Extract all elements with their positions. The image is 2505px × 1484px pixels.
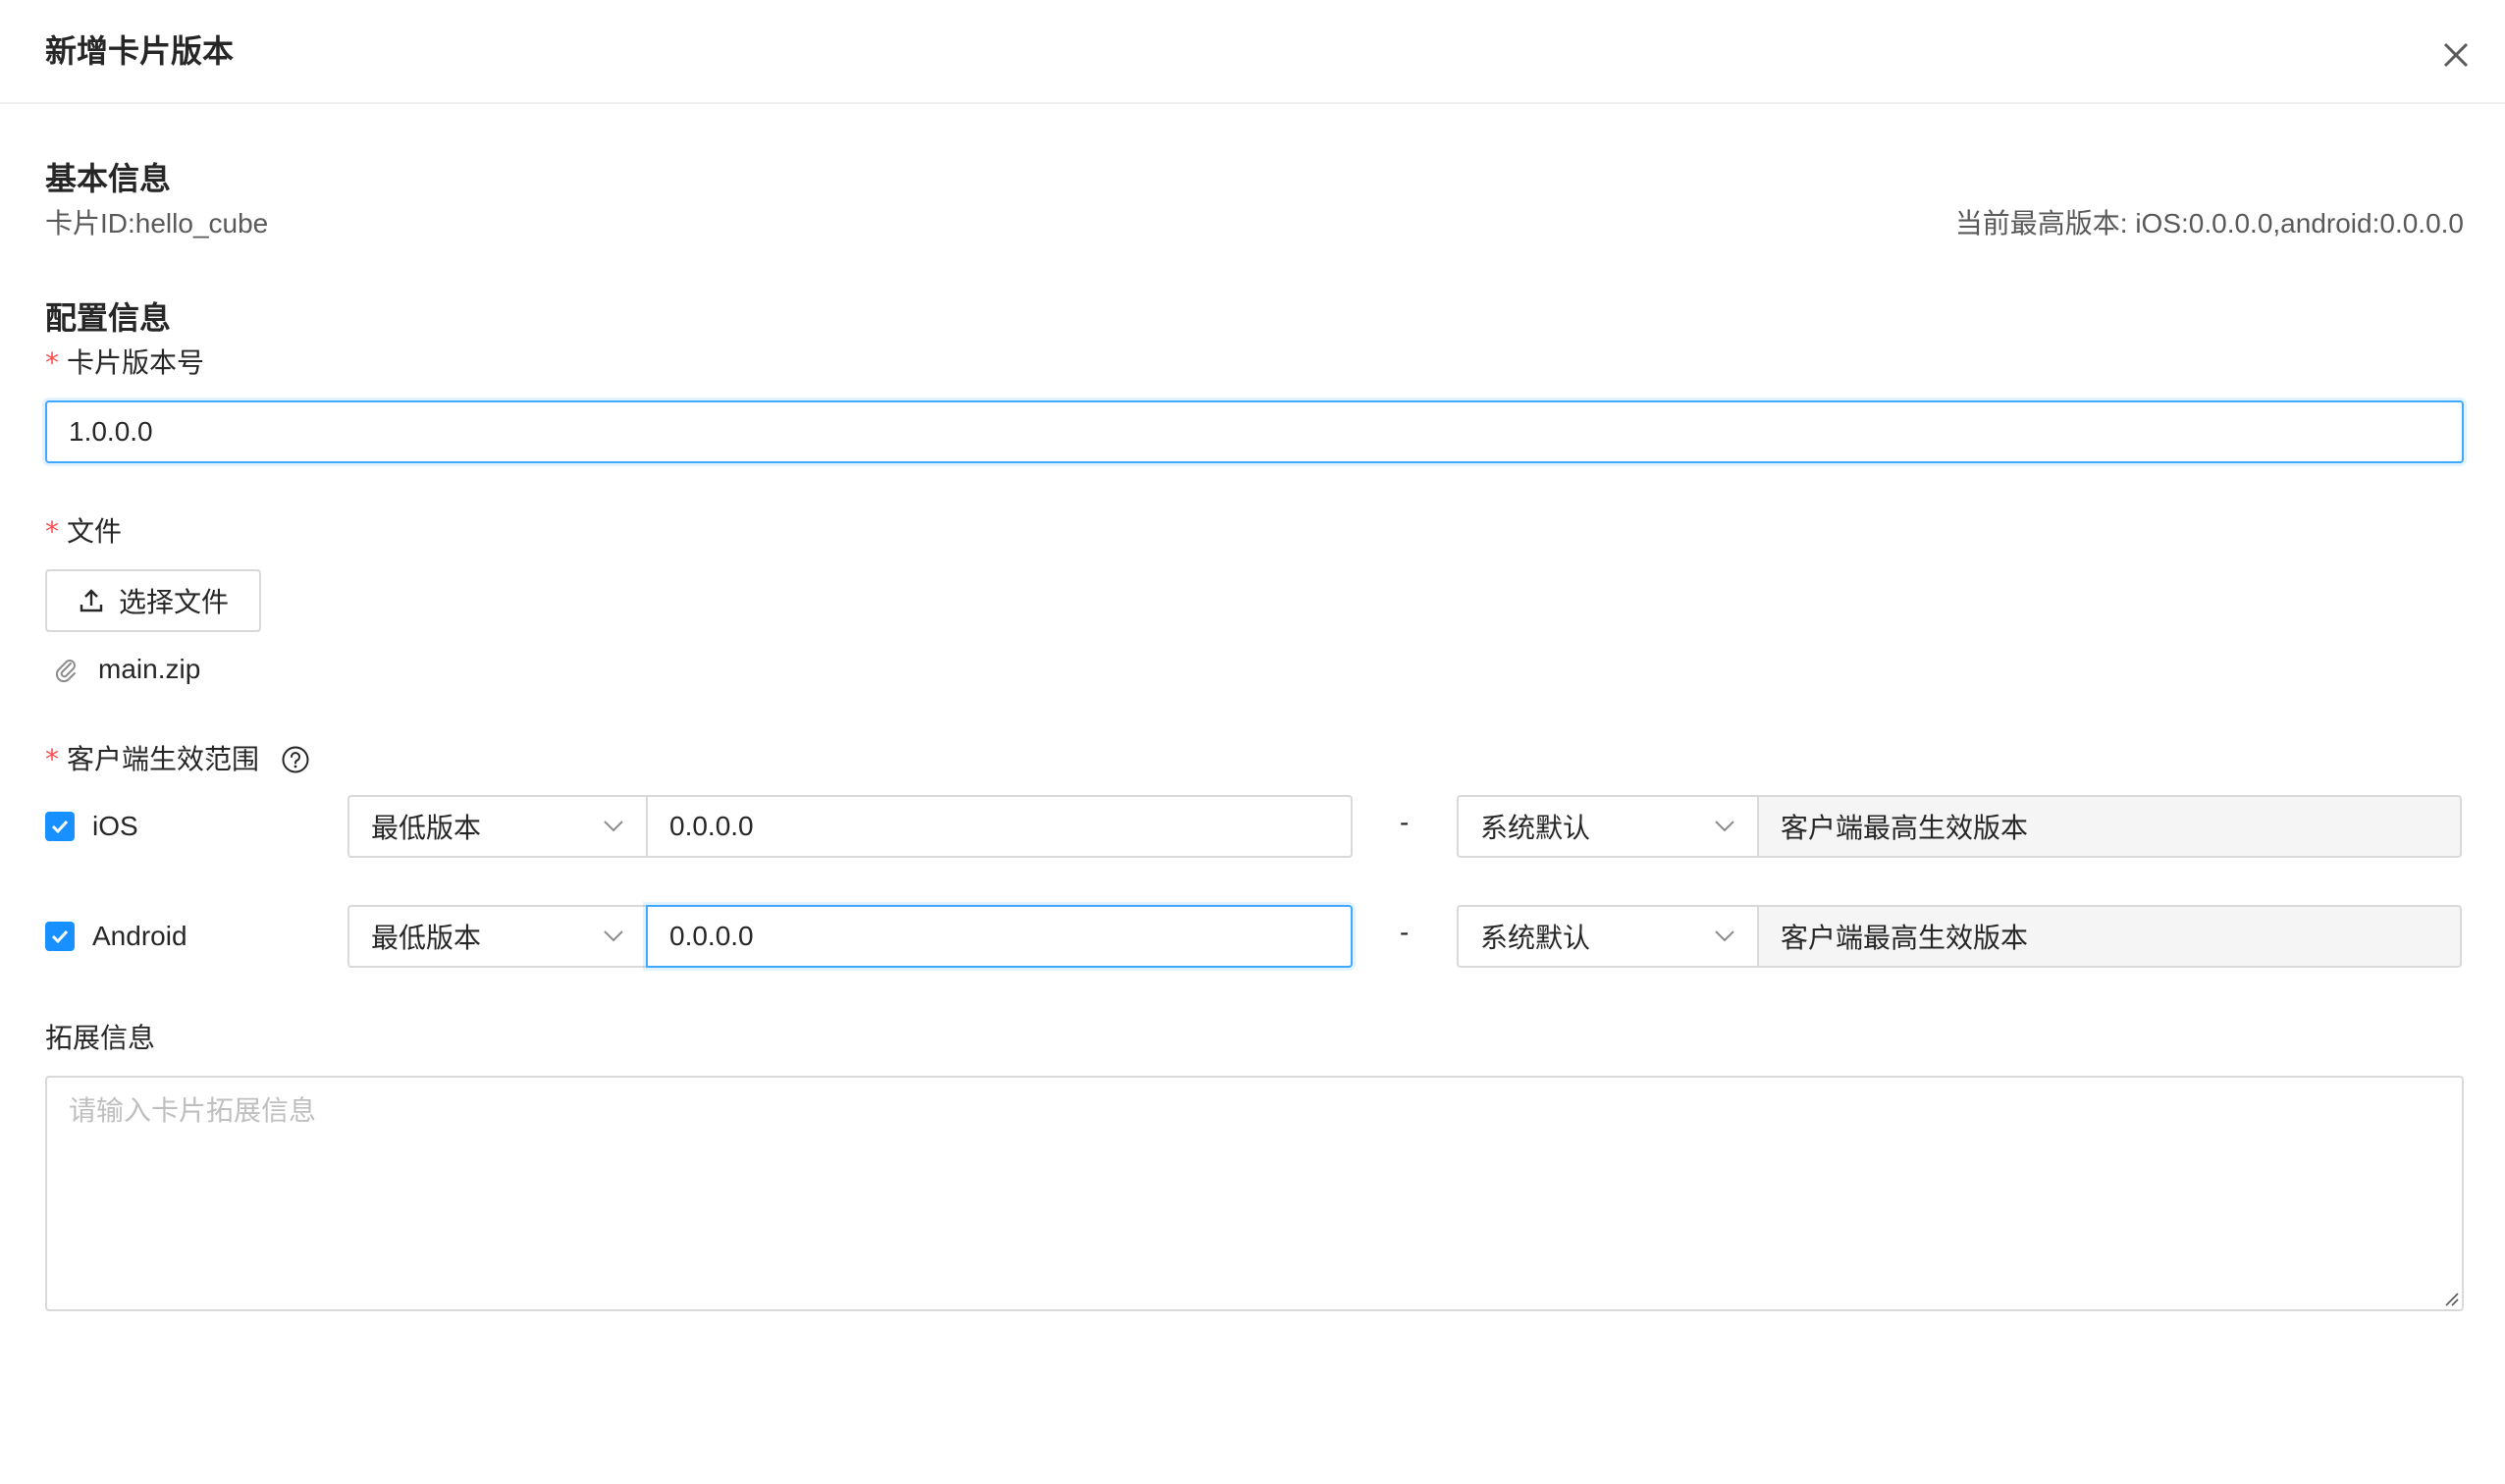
chevron-down-icon [1715, 930, 1734, 942]
ext-textarea-placeholder: 请输入卡片拓展信息 [69, 1095, 317, 1126]
scope-label-text: 客户端生效范围 [67, 744, 260, 774]
ios-min-select[interactable]: 最低版本 [347, 795, 648, 858]
upload-icon [80, 589, 103, 612]
required-mark: * [45, 743, 59, 775]
version-input-value: 1.0.0.0 [69, 416, 153, 447]
ext-textarea[interactable]: 请输入卡片拓展信息 [45, 1076, 2464, 1311]
ios-min-version-input[interactable]: 0.0.0.0 [646, 795, 1353, 858]
uploaded-file-item[interactable]: main.zip [53, 650, 200, 689]
scope-label: * 客户端生效范围 [45, 740, 310, 779]
required-mark: * [45, 346, 59, 379]
dialog-header: 新增卡片版本 [0, 0, 2505, 104]
ios-max-select[interactable]: 系统默认 [1457, 795, 1759, 858]
file-label-text: 文件 [67, 516, 123, 547]
ios-label: iOS [92, 811, 138, 841]
chevron-down-icon [604, 930, 623, 942]
android-max-version-input: 客户端最高生效版本 [1757, 905, 2462, 968]
upload-button[interactable]: 选择文件 [45, 569, 261, 632]
android-max-select[interactable]: 系统默认 [1457, 905, 1759, 968]
android-checkbox[interactable] [45, 922, 75, 951]
ios-checkbox[interactable] [45, 812, 75, 841]
required-mark: * [45, 515, 59, 548]
android-label: Android [92, 921, 187, 951]
ios-max-version-input: 客户端最高生效版本 [1757, 795, 2462, 858]
platform-row-android: Android [45, 921, 187, 952]
upload-button-label: 选择文件 [118, 587, 229, 617]
ios-max-select-value: 系统默认 [1480, 813, 1591, 843]
android-min-select[interactable]: 最低版本 [347, 905, 648, 968]
version-input[interactable]: 1.0.0.0 [45, 400, 2464, 463]
file-label: * 文件 [45, 512, 122, 552]
android-min-version-value: 0.0.0.0 [669, 921, 754, 951]
basic-info-heading: 基本信息 [45, 161, 172, 196]
current-max-version: 当前最高版本: iOS:0.0.0.0,android:0.0.0.0 [1954, 208, 2464, 238]
android-min-version-input[interactable]: 0.0.0.0 [646, 905, 1353, 968]
android-max-select-value: 系统默认 [1480, 923, 1591, 953]
close-icon [2443, 42, 2469, 68]
ios-max-version-value: 客户端最高生效版本 [1781, 813, 2029, 843]
ext-label: 拓展信息 [45, 1023, 156, 1053]
chevron-down-icon [1715, 821, 1734, 832]
chevron-down-icon [604, 821, 623, 832]
config-info-heading: 配置信息 [45, 300, 172, 336]
platform-row-ios: iOS [45, 811, 138, 842]
check-icon [51, 929, 69, 944]
check-icon [51, 820, 69, 834]
android-max-version-value: 客户端最高生效版本 [1781, 923, 2029, 953]
ios-min-version-value: 0.0.0.0 [669, 811, 754, 841]
paperclip-icon [55, 660, 76, 683]
version-label: * 卡片版本号 [45, 344, 204, 383]
ios-range-separator: - [1400, 807, 1410, 837]
help-icon[interactable] [281, 745, 310, 774]
close-button[interactable] [2434, 33, 2478, 77]
card-id-text: 卡片ID:hello_cube [45, 208, 269, 238]
resize-handle-icon[interactable] [2442, 1290, 2460, 1307]
dialog-title: 新增卡片版本 [45, 33, 235, 69]
android-min-select-value: 最低版本 [371, 923, 482, 953]
file-name: main.zip [98, 654, 201, 684]
ios-min-select-value: 最低版本 [371, 813, 482, 843]
version-label-text: 卡片版本号 [67, 347, 205, 378]
android-range-separator: - [1400, 917, 1410, 947]
